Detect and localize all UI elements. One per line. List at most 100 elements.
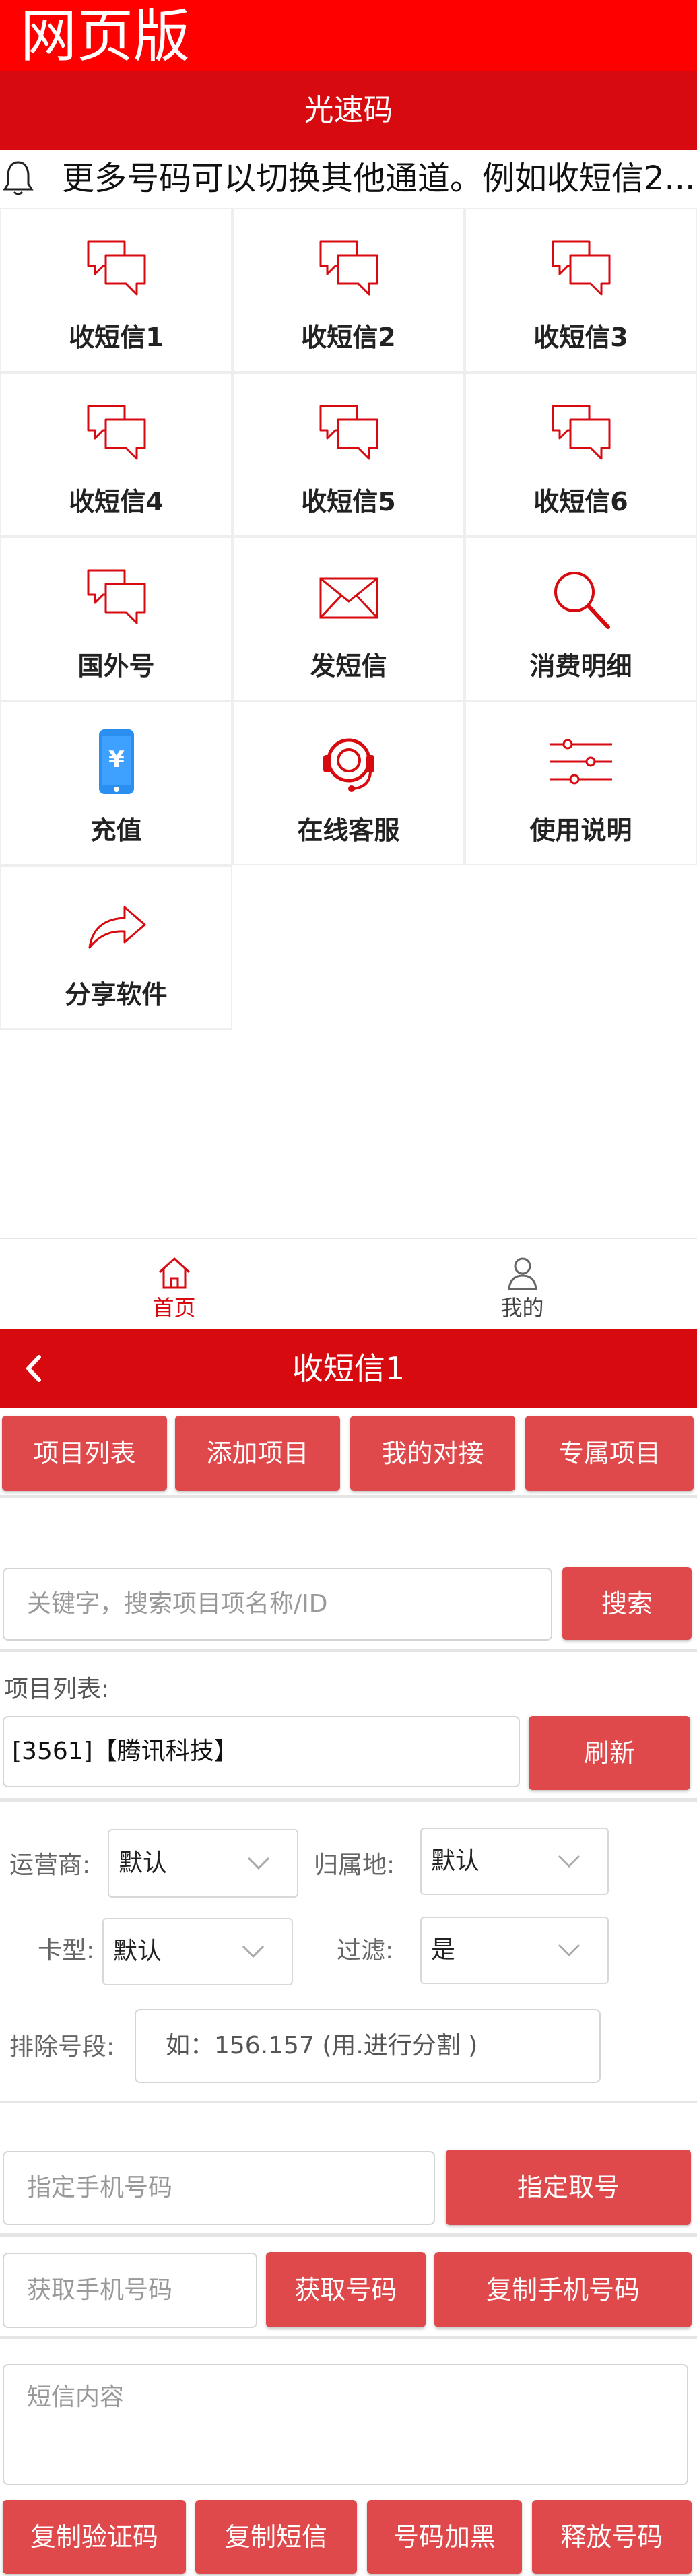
grid-item[interactable]: 分享软件 <box>0 865 232 1030</box>
chevron-down-icon <box>247 1857 270 1870</box>
region-value: 默认 <box>431 1847 480 1875</box>
user-icon <box>507 1257 537 1290</box>
grid-item-label: 收短信6 <box>533 487 628 517</box>
nav-mine[interactable]: 我的 <box>348 1239 696 1330</box>
assign-phone-input[interactable]: 指定手机号码 <box>3 2151 435 2225</box>
region-select[interactable]: 默认 <box>420 1828 609 1895</box>
divider <box>0 1798 697 1802</box>
divider <box>0 1495 697 1498</box>
grid-item[interactable]: 收短信2 <box>232 208 465 372</box>
copy-code-button[interactable]: 复制验证码 <box>3 2500 186 2574</box>
search-button[interactable]: 搜索 <box>562 1567 692 1640</box>
grid-item[interactable]: ¥ 充值 <box>0 701 232 865</box>
grid-item-label: 充值 <box>90 816 142 845</box>
svg-text:¥: ¥ <box>108 746 125 773</box>
grid-item[interactable]: 收短信1 <box>0 208 232 372</box>
grid-item-label: 使用说明 <box>529 816 632 845</box>
app-header: 光速码 <box>0 71 697 150</box>
grid-item-label: 发短信 <box>310 651 387 681</box>
grid-item-label: 收短信3 <box>533 323 628 352</box>
bottom-nav: 首页 我的 <box>0 1238 697 1329</box>
filter-select[interactable]: 是 <box>420 1917 609 1984</box>
project-select[interactable]: [3561]【腾讯科技】 <box>3 1716 520 1787</box>
phone-yen-icon: ¥ <box>83 728 150 795</box>
version-label: 网页版 <box>20 3 191 69</box>
grid-item-label: 分享软件 <box>65 980 168 1010</box>
chevron-down-icon <box>558 1855 580 1868</box>
sms-page-title: 收短信1 <box>292 1350 405 1387</box>
get-phone-button[interactable]: 获取号码 <box>266 2252 426 2327</box>
tab-my-docking[interactable]: 我的对接 <box>350 1416 515 1491</box>
grid-item-label: 收短信4 <box>69 487 164 517</box>
notice-text: 更多号码可以切换其他通道。例如收短信2... <box>62 160 696 197</box>
card-type-value: 默认 <box>113 1938 162 1965</box>
filter-value: 是 <box>431 1936 456 1964</box>
tab-add-project[interactable]: 添加项目 <box>175 1416 340 1491</box>
copy-sms-button[interactable]: 复制短信 <box>195 2500 357 2574</box>
tab-project-list[interactable]: 项目列表 <box>2 1416 167 1491</box>
refresh-button[interactable]: 刷新 <box>529 1716 690 1790</box>
search-icon <box>547 564 615 631</box>
grid-item[interactable]: 使用说明 <box>465 701 697 865</box>
nav-home-label: 首页 <box>152 1295 196 1321</box>
divider <box>0 1649 697 1652</box>
home-icon <box>158 1257 190 1289</box>
blacklist-number-button[interactable]: 号码加黑 <box>367 2500 522 2574</box>
chat-bubbles-icon <box>83 235 150 302</box>
grid-item[interactable]: 收短信3 <box>465 208 697 372</box>
back-arrow-icon[interactable] <box>19 1353 50 1384</box>
carrier-select[interactable]: 默认 <box>108 1829 298 1898</box>
grid-item-label: 在线客服 <box>297 816 400 845</box>
grid-item[interactable]: 发短信 <box>232 537 465 701</box>
sms-page-header: 收短信1 <box>0 1329 697 1408</box>
get-phone-input[interactable]: 获取手机号码 <box>3 2253 257 2328</box>
version-banner: 网页版 <box>0 0 697 71</box>
sms-content-box[interactable]: 短信内容 <box>3 2364 688 2485</box>
project-list-label: 项目列表: <box>4 1676 110 1703</box>
grid-item-label: 收短信1 <box>69 323 164 352</box>
chevron-down-icon <box>558 1944 580 1957</box>
exclude-prefix-input[interactable]: 如：156.157 (用.进行分割 ) <box>135 2009 601 2083</box>
copy-phone-button[interactable]: 复制手机号码 <box>434 2252 692 2327</box>
grid-item-label: 收短信2 <box>301 323 396 352</box>
filter-label: 过滤: <box>337 1937 394 1964</box>
chat-bubbles-icon <box>83 564 150 631</box>
grid-item[interactable]: 国外号 <box>0 537 232 701</box>
app-title: 光速码 <box>304 93 393 127</box>
chat-bubbles-icon <box>547 235 615 302</box>
divider <box>0 2336 697 2339</box>
region-label: 归属地: <box>314 1851 395 1879</box>
grid-item-label: 收短信5 <box>301 487 396 517</box>
grid-item-label: 国外号 <box>77 651 155 681</box>
nav-mine-label: 我的 <box>500 1295 544 1321</box>
chevron-down-icon <box>242 1945 265 1958</box>
chat-bubbles-icon <box>315 399 383 467</box>
divider <box>0 2101 697 2103</box>
assign-phone-button[interactable]: 指定取号 <box>446 2150 691 2225</box>
divider <box>0 2233 697 2237</box>
search-input[interactable]: 关键字，搜索项目项名称/ID <box>3 1568 552 1641</box>
envelope-icon <box>315 564 383 631</box>
grid-item[interactable]: 在线客服 <box>232 701 465 865</box>
carrier-label: 运营商: <box>9 1851 91 1879</box>
chat-bubbles-icon <box>83 399 150 467</box>
card-type-label: 卡型: <box>38 1937 95 1964</box>
card-type-select[interactable]: 默认 <box>102 1918 293 1985</box>
grid-item[interactable]: 收短信5 <box>232 372 465 537</box>
notice-bar: 更多号码可以切换其他通道。例如收短信2... <box>0 150 697 205</box>
grid-item[interactable]: 消费明细 <box>465 537 697 701</box>
carrier-value: 默认 <box>119 1849 168 1877</box>
chat-bubbles-icon <box>547 399 615 467</box>
tab-exclusive-project[interactable]: 专属项目 <box>525 1416 694 1491</box>
grid-item[interactable]: 收短信6 <box>465 372 697 537</box>
bell-icon <box>3 161 34 195</box>
exclude-prefix-label: 排除号段: <box>9 2033 115 2061</box>
grid-item[interactable]: 收短信4 <box>0 372 232 537</box>
sliders-icon <box>547 728 615 795</box>
chat-bubbles-icon <box>315 235 383 302</box>
release-number-button[interactable]: 释放号码 <box>532 2500 692 2574</box>
grid-item-label: 消费明细 <box>529 651 632 681</box>
nav-home[interactable]: 首页 <box>0 1239 348 1330</box>
share-icon <box>83 892 150 960</box>
headset-icon <box>315 728 383 795</box>
